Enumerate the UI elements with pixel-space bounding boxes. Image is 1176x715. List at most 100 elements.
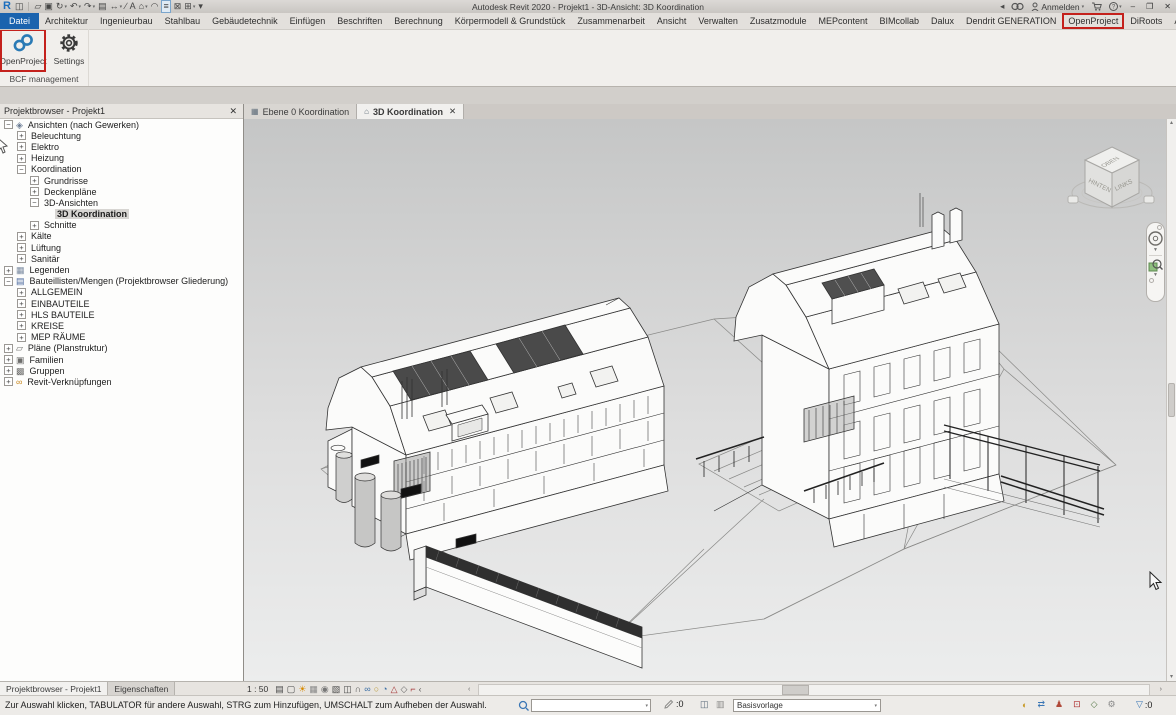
ribbon-tab-ansicht[interactable]: Ansicht bbox=[651, 13, 693, 29]
tree-item[interactable]: +Schnitte bbox=[0, 220, 243, 231]
search-icon[interactable] bbox=[1011, 2, 1024, 11]
tree-item-label[interactable]: KREISE bbox=[29, 321, 66, 331]
section-icon[interactable]: ◠ bbox=[151, 1, 159, 12]
tree-item[interactable]: +ALLGEMEIN bbox=[0, 287, 243, 298]
palette-tab-projektbrowser-projekt1[interactable]: Projektbrowser - Projekt1 bbox=[0, 682, 108, 696]
tree-item[interactable]: +EINBAUTEILE bbox=[0, 298, 243, 309]
tree-item-label[interactable]: Ansichten (nach Gewerken) bbox=[26, 120, 141, 130]
tree-item-label[interactable]: 3D-Ansichten bbox=[42, 198, 100, 208]
tree-item-label[interactable]: Elektro bbox=[29, 142, 61, 152]
vertical-scrollbar[interactable]: ▴ ▾ bbox=[1166, 119, 1176, 682]
reveal-constraints-icon[interactable]: ⌐ bbox=[410, 683, 415, 695]
measure-icon-caret[interactable]: ▾ bbox=[120, 4, 123, 10]
ribbon-tab-mepcontent[interactable]: MEPcontent bbox=[812, 13, 873, 29]
temporary-hide-isolate-icon[interactable]: ∞ bbox=[364, 683, 370, 695]
tree-item[interactable]: +KREISE bbox=[0, 320, 243, 331]
tree-item[interactable]: +Beleuchtung bbox=[0, 130, 243, 141]
expand-icon[interactable]: + bbox=[30, 221, 39, 230]
tree-item-label[interactable]: Lüftung bbox=[29, 243, 63, 253]
selection-filter-icon[interactable]: ⚙ bbox=[1108, 699, 1116, 710]
model-3d-wireframe[interactable]: OBEN HINTEN LINKS bbox=[244, 119, 1167, 682]
tree-item[interactable]: +▦Legenden bbox=[0, 264, 243, 275]
palette-tab-eigenschaften[interactable]: Eigenschaften bbox=[108, 682, 175, 696]
minimize-button[interactable]: – bbox=[1129, 2, 1137, 11]
active-window-icon[interactable]: ◫ bbox=[15, 1, 24, 12]
tree-item-label[interactable]: Beleuchtung bbox=[29, 131, 83, 141]
undo-icon[interactable]: ↶ bbox=[70, 1, 78, 12]
tree-item[interactable]: +Elektro bbox=[0, 141, 243, 152]
tree-item-label[interactable]: MEP RÄUME bbox=[29, 332, 87, 342]
open-icon[interactable]: ▱ bbox=[34, 1, 41, 12]
ribbon-tab-openproject[interactable]: OpenProject bbox=[1062, 13, 1124, 29]
redo-icon-caret[interactable]: ▾ bbox=[93, 4, 96, 10]
viewcube-compass-tab-south[interactable] bbox=[1144, 196, 1154, 203]
highlight-displacement-icon[interactable]: ◇ bbox=[400, 683, 407, 695]
tree-item[interactable]: +Kälte bbox=[0, 231, 243, 242]
settings-button[interactable]: Settings bbox=[47, 30, 91, 71]
ribbon-tab-zusammenarbeit[interactable]: Zusammenarbeit bbox=[571, 13, 651, 29]
scroll-up-icon[interactable]: ▴ bbox=[1167, 119, 1176, 128]
editing-requests-icon[interactable]: ◐ bbox=[1022, 700, 1027, 710]
expand-icon[interactable]: + bbox=[4, 355, 13, 364]
ribbon-tab-bimcollab[interactable]: BIMcollab bbox=[873, 13, 925, 29]
default-3d-view-icon-caret[interactable]: ▾ bbox=[145, 4, 148, 10]
expand-icon[interactable]: + bbox=[17, 243, 26, 252]
tree-item-label[interactable]: Heizung bbox=[29, 153, 66, 163]
ribbon-tab-berechnung[interactable]: Berechnung bbox=[388, 13, 449, 29]
redo-icon[interactable]: ↷ bbox=[84, 1, 92, 12]
tree-item[interactable]: +Deckenpläne bbox=[0, 186, 243, 197]
tree-item[interactable]: −3D-Ansichten bbox=[0, 197, 243, 208]
ribbon-tab-einf-gen[interactable]: Einfügen bbox=[284, 13, 332, 29]
openproject-button[interactable]: OpenProject bbox=[1, 30, 45, 71]
sync-with-central-icon[interactable]: ↻ bbox=[56, 1, 64, 12]
select-links-icon[interactable]: ♟ bbox=[1055, 699, 1063, 710]
zoom-tool-caret[interactable]: ▼ bbox=[1153, 272, 1158, 278]
project-browser-titlebar[interactable]: Projektbrowser - Projekt1 ✕ bbox=[0, 104, 243, 119]
ribbon-tab-dalux[interactable]: Dalux bbox=[925, 13, 960, 29]
crop-view-icon[interactable]: ▧ bbox=[332, 683, 341, 695]
worksharing-display-icon[interactable]: ⇄ bbox=[1037, 699, 1045, 710]
drawing-area[interactable]: OBEN HINTEN LINKS bbox=[244, 119, 1167, 682]
ribbon-tab-ingenieurbau[interactable]: Ingenieurbau bbox=[94, 13, 159, 29]
switch-windows-icon-caret[interactable]: ▾ bbox=[193, 4, 196, 10]
search-dropdown-caret[interactable]: ◂ bbox=[1000, 1, 1004, 12]
text-icon[interactable]: A bbox=[130, 1, 136, 12]
project-browser-close-icon[interactable]: ✕ bbox=[227, 106, 239, 117]
expand-icon[interactable]: + bbox=[30, 187, 39, 196]
tree-item-label[interactable]: EINBAUTEILE bbox=[29, 299, 92, 309]
select-underlay-icon[interactable]: ⊡ bbox=[1073, 699, 1081, 710]
save-icon[interactable]: ▣ bbox=[44, 1, 53, 12]
tree-item[interactable]: −Koordination bbox=[0, 164, 243, 175]
default-3d-view-icon[interactable]: ⌂ bbox=[139, 1, 144, 12]
tree-item[interactable]: +Sanitär bbox=[0, 253, 243, 264]
undo-icon-caret[interactable]: ▾ bbox=[79, 4, 82, 10]
tree-item[interactable]: +Heizung bbox=[0, 153, 243, 164]
tree-item-label[interactable]: Pläne (Planstruktur) bbox=[26, 343, 110, 353]
hscroll-right-icon[interactable]: › bbox=[1160, 684, 1162, 695]
ribbon-tab-k-rpermodell-grundst-ck[interactable]: Körpermodell & Grundstück bbox=[449, 13, 572, 29]
tree-item-label[interactable]: Gruppen bbox=[28, 366, 67, 376]
vertical-scroll-thumb[interactable] bbox=[1168, 383, 1175, 417]
expand-icon[interactable]: + bbox=[17, 254, 26, 263]
tree-item-label[interactable]: Deckenpläne bbox=[42, 187, 99, 197]
view-tab-ebene-0-koordination[interactable]: ▦Ebene 0 Koordination bbox=[244, 104, 357, 119]
print-icon[interactable]: ▤ bbox=[98, 1, 107, 12]
ribbon-tab-geb-udetechnik[interactable]: Gebäudetechnik bbox=[206, 13, 284, 29]
expand-icon[interactable]: + bbox=[4, 344, 13, 353]
temporary-view-properties-icon[interactable]: ◔ bbox=[382, 683, 387, 695]
collapse-icon[interactable]: − bbox=[4, 277, 13, 286]
help-button[interactable]: ? ▾ bbox=[1109, 2, 1122, 11]
viewcube[interactable]: OBEN HINTEN LINKS bbox=[1068, 147, 1154, 208]
tree-item[interactable]: −◈Ansichten (nach Gewerken) bbox=[0, 119, 243, 130]
collapse-icon[interactable]: − bbox=[30, 198, 39, 207]
expand-icon[interactable]: + bbox=[4, 377, 13, 386]
view-tab-3d-koordination[interactable]: ⌂3D Koordination✕ bbox=[357, 104, 464, 119]
revit-logo[interactable]: R bbox=[3, 1, 11, 12]
horizontal-scroll-thumb[interactable] bbox=[782, 685, 809, 695]
show-crop-region-icon[interactable]: ◫ bbox=[343, 683, 352, 695]
thin-lines-icon[interactable]: ≡ bbox=[161, 0, 170, 13]
collapse-icon[interactable]: − bbox=[17, 165, 26, 174]
tree-item[interactable]: +Grundrisse bbox=[0, 175, 243, 186]
sun-path-icon[interactable]: ☀ bbox=[298, 683, 306, 695]
tree-item[interactable]: +MEP RÄUME bbox=[0, 332, 243, 343]
